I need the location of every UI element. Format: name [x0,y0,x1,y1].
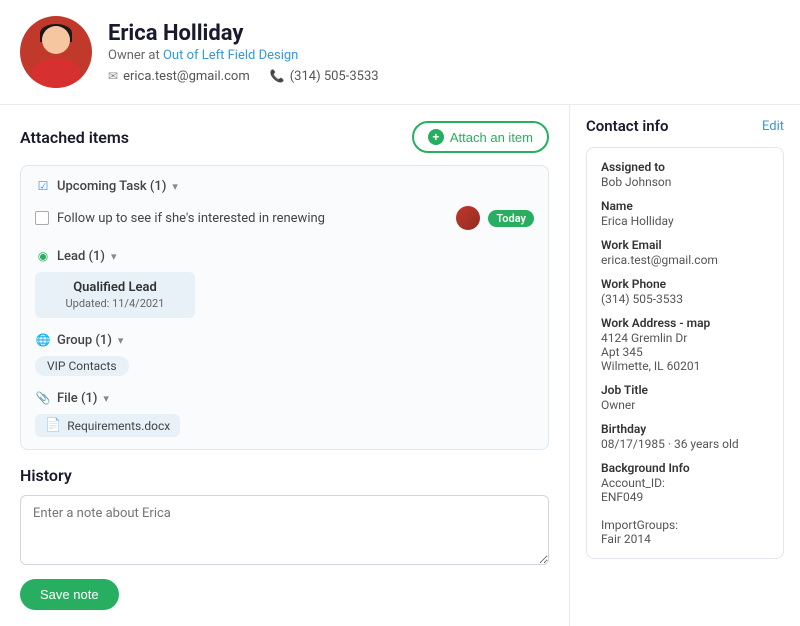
birthday-label: Birthday [601,422,769,436]
task-text: Follow up to see if she's interested in … [57,211,325,226]
file-doc-icon: 📄 [45,418,61,433]
work-address-label: Work Address - map [601,316,769,330]
right-panel: Contact info Edit Assigned to Bob Johnso… [570,105,800,626]
lead-icon: ◉ [35,248,51,264]
job-title-value: Owner [601,398,769,412]
group-section-label: Group (1) [57,333,112,348]
lead-card[interactable]: Qualified Lead Updated: 11/4/2021 [35,272,195,318]
plus-circle-icon: + [428,129,444,145]
file-item[interactable]: 📄 Requirements.docx [35,414,180,437]
contact-info-header: Contact info Edit [586,117,784,135]
file-section-icon: 📎 [35,390,51,406]
contact-card: Assigned to Bob Johnson Name Erica Holli… [586,147,784,559]
header-info: Erica Holliday Owner at Out of Left Fiel… [108,21,780,84]
work-address-value: 4124 Gremlin Dr Apt 345 Wilmette, IL 602… [601,331,769,373]
task-right: Today [456,206,534,230]
avatar [20,16,92,88]
task-avatar [456,206,480,230]
task-left: Follow up to see if she's interested in … [35,211,325,226]
file-chevron-icon: ▾ [103,392,109,405]
lead-card-updated: Updated: 11/4/2021 [47,297,183,310]
task-section-label: Upcoming Task (1) [57,179,166,194]
contact-info-title: Contact info [586,117,668,135]
task-chevron-icon: ▾ [172,180,178,193]
work-email-label: Work Email [601,238,769,252]
phone-icon: 📞 [270,69,285,83]
save-note-button[interactable]: Save note [20,579,119,610]
left-panel: Attached items + Attach an item ☑ Upcomi… [0,105,570,626]
background-info-value: Account_ID: ENF049 ImportGroups: Fair 20… [601,476,769,546]
name-field: Name Erica Holliday [601,199,769,228]
lead-section-label: Lead (1) [57,249,105,264]
file-name: Requirements.docx [67,419,170,433]
task-avatar-img [456,206,480,230]
name-value: Erica Holliday [601,214,769,228]
attach-item-button[interactable]: + Attach an item [412,121,549,153]
attached-items-title: Attached items [20,128,129,147]
work-email-field: Work Email erica.test@gmail.com [601,238,769,267]
task-section: ☑ Upcoming Task (1) ▾ Follow up to see i… [35,178,534,234]
email-icon: ✉ [108,69,118,83]
history-section: History Save note [20,466,549,610]
group-tag: VIP Contacts [35,356,129,376]
role-prefix: Owner at [108,48,160,63]
job-title-field: Job Title Owner [601,383,769,412]
file-section-header[interactable]: 📎 File (1) ▾ [35,390,534,406]
contact-details: ✉ erica.test@gmail.com 📞 (314) 505-3533 [108,69,780,84]
history-title: History [20,466,549,485]
group-section-header[interactable]: 🌐 Group (1) ▾ [35,332,534,348]
group-chevron-icon: ▾ [118,334,124,347]
name-label: Name [601,199,769,213]
address-line2: Apt 345 [601,345,769,359]
phone-text: (314) 505-3533 [290,69,379,84]
lead-chevron-icon: ▾ [111,250,117,263]
email-link[interactable]: erica.test@gmail.com [123,69,250,84]
task-section-header[interactable]: ☑ Upcoming Task (1) ▾ [35,178,534,194]
job-title-label: Job Title [601,383,769,397]
file-section-label: File (1) [57,391,97,406]
file-section: 📎 File (1) ▾ 📄 Requirements.docx [35,390,534,437]
email-item: ✉ erica.test@gmail.com [108,69,250,84]
task-checkbox[interactable] [35,211,49,225]
attached-items-card: ☑ Upcoming Task (1) ▾ Follow up to see i… [20,165,549,450]
contact-header: Erica Holliday Owner at Out of Left Fiel… [0,0,800,105]
task-row: Follow up to see if she's interested in … [35,202,534,234]
lead-card-name: Qualified Lead [47,280,183,295]
work-address-field: Work Address - map 4124 Gremlin Dr Apt 3… [601,316,769,373]
task-icon: ☑ [35,178,51,194]
birthday-field: Birthday 08/17/1985 · 36 years old [601,422,769,451]
group-section: 🌐 Group (1) ▾ VIP Contacts [35,332,534,376]
assigned-to-value: Bob Johnson [601,175,769,189]
work-email-value: erica.test@gmail.com [601,253,769,267]
address-line1: 4124 Gremlin Dr [601,331,769,345]
assigned-to-field: Assigned to Bob Johnson [601,160,769,189]
edit-link[interactable]: Edit [762,119,784,134]
main-content: Attached items + Attach an item ☑ Upcomi… [0,105,800,626]
work-phone-value: (314) 505-3533 [601,292,769,306]
work-phone-field: Work Phone (314) 505-3533 [601,277,769,306]
note-textarea[interactable] [20,495,549,565]
lead-section-header[interactable]: ◉ Lead (1) ▾ [35,248,534,264]
attach-btn-label: Attach an item [450,130,533,145]
today-badge: Today [488,210,534,227]
background-info-field: Background Info Account_ID: ENF049 Impor… [601,461,769,546]
work-phone-label: Work Phone [601,277,769,291]
background-info-label: Background Info [601,461,769,475]
birthday-value: 08/17/1985 · 36 years old [601,437,769,451]
attached-items-header: Attached items + Attach an item [20,121,549,153]
group-icon: 🌐 [35,332,51,348]
address-line3: Wilmette, IL 60201 [601,359,769,373]
phone-item: 📞 (314) 505-3533 [270,69,379,84]
lead-section: ◉ Lead (1) ▾ Qualified Lead Updated: 11/… [35,248,534,318]
company-link[interactable]: Out of Left Field Design [163,48,298,63]
contact-name: Erica Holliday [108,21,780,46]
contact-role: Owner at Out of Left Field Design [108,48,780,63]
assigned-to-label: Assigned to [601,160,769,174]
